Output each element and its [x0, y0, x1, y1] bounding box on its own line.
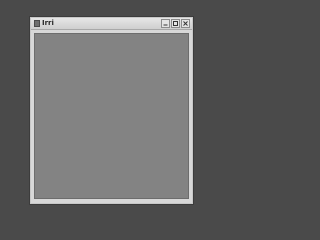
- maximize-button[interactable]: [171, 19, 180, 28]
- titlebar-buttons: [161, 19, 190, 28]
- close-icon: [183, 21, 188, 26]
- app-window: Irri: [30, 17, 193, 204]
- app-icon[interactable]: [34, 20, 40, 27]
- window-titlebar[interactable]: Irri: [31, 18, 192, 30]
- minimize-button[interactable]: [161, 19, 170, 28]
- window-title: Irri: [42, 19, 54, 27]
- close-button[interactable]: [181, 19, 190, 28]
- window-client-area[interactable]: [34, 33, 189, 199]
- maximize-icon: [173, 21, 178, 26]
- minimize-icon: [163, 24, 168, 26]
- desktop: Irri: [0, 0, 224, 224]
